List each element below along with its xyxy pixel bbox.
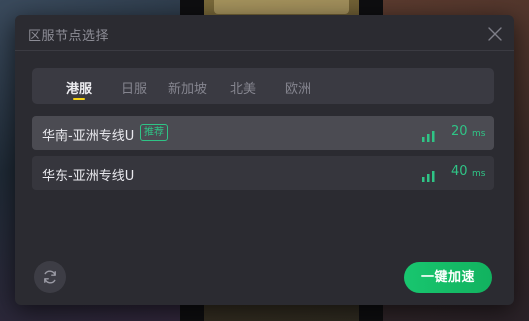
tab-europe[interactable]: 欧洲 <box>285 78 311 97</box>
server-name: 华南-亚洲专线U <box>42 129 135 144</box>
one-click-boost-button[interactable]: 一键加速 <box>404 262 492 293</box>
tab-japan[interactable]: 日服 <box>121 78 147 97</box>
ping-value: 40 <box>451 164 468 179</box>
dialog-title: 区服节点选择 <box>28 29 110 44</box>
ping-value: 20 <box>451 124 468 139</box>
recommended-badge: 推荐 <box>140 124 168 141</box>
tab-hk[interactable]: 港服 <box>66 78 92 97</box>
tab-north-america[interactable]: 北美 <box>230 78 256 97</box>
region-tab-bar: 港服 日服 新加坡 北美 欧洲 <box>32 68 494 104</box>
dialog-header: 区服节点选择 <box>15 15 514 51</box>
signal-bars-icon <box>422 167 436 182</box>
close-icon[interactable] <box>488 26 502 41</box>
server-name: 华东-亚洲专线U <box>42 169 135 184</box>
refresh-icon <box>44 270 56 284</box>
background-banner-logo <box>214 0 349 14</box>
server-node-dialog: 区服节点选择 港服 日服 新加坡 北美 欧洲 华南-亚洲专线U 推荐 20 ms… <box>15 15 514 305</box>
server-row-south-china[interactable]: 华南-亚洲专线U 推荐 20 ms <box>32 116 494 150</box>
ping-unit: ms <box>472 169 486 179</box>
tab-singapore[interactable]: 新加坡 <box>168 78 207 97</box>
refresh-button[interactable] <box>34 261 66 293</box>
signal-bars-icon <box>422 127 436 142</box>
ping-unit: ms <box>472 129 486 139</box>
active-tab-indicator <box>73 98 85 100</box>
server-row-east-china[interactable]: 华东-亚洲专线U 40 ms <box>32 156 494 190</box>
